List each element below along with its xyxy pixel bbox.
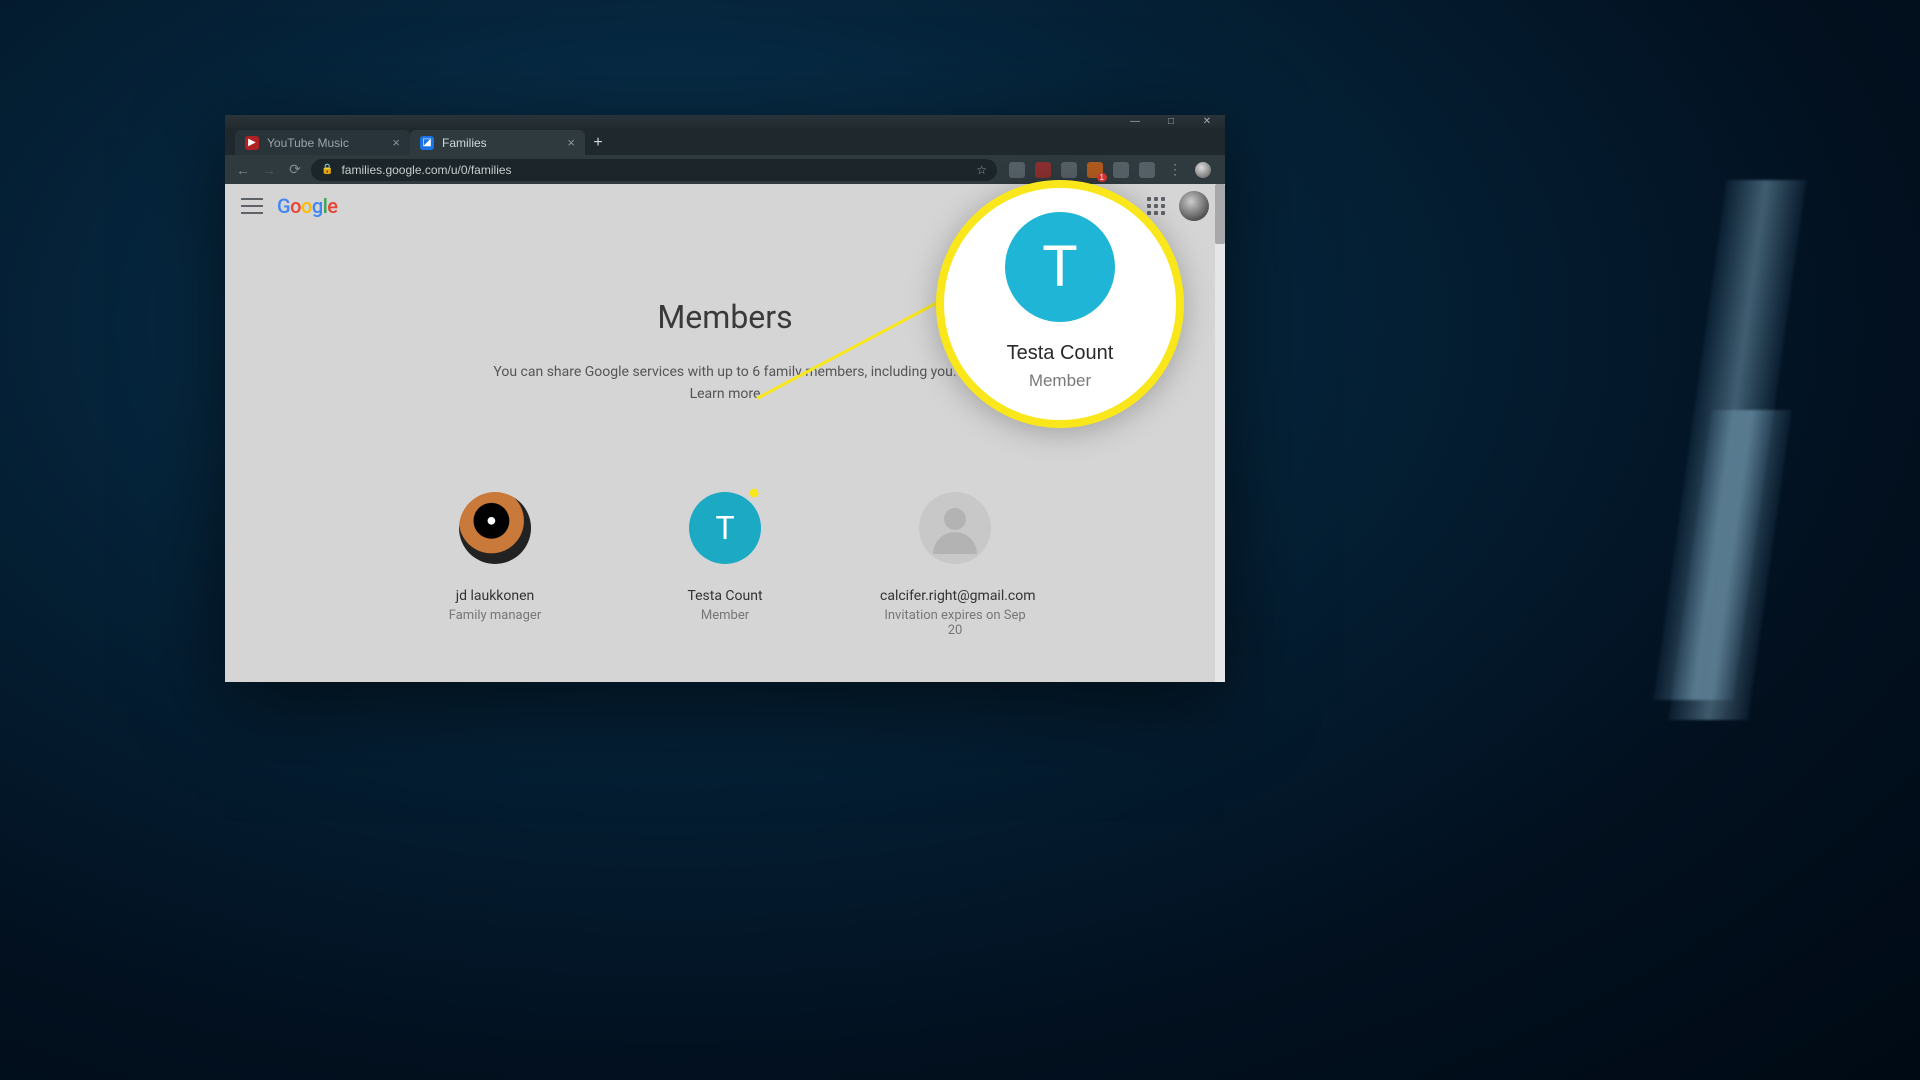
member-name: calcifer.right@gmail.com <box>880 588 1030 604</box>
url-input[interactable]: 🔒 families.google.com/u/0/families ☆ <box>311 159 997 181</box>
member-name: Testa Count <box>650 588 800 604</box>
member-role: Family manager <box>420 608 570 623</box>
member-card[interactable]: T Testa Count Member <box>650 492 800 638</box>
extension-icons: ⋮ <box>1003 160 1217 180</box>
youtube-music-icon: ▶ <box>245 136 259 150</box>
url-text: families.google.com/u/0/families <box>341 163 511 177</box>
member-avatar <box>919 492 991 564</box>
member-card[interactable]: jd laukkonen Family manager <box>420 492 570 638</box>
tab-label: YouTube Music <box>267 136 349 150</box>
tab-label: Families <box>442 136 487 150</box>
member-card[interactable]: calcifer.right@gmail.com Invitation expi… <box>880 492 1030 638</box>
close-icon[interactable]: × <box>567 135 575 150</box>
address-bar: ← → ⟳ 🔒 families.google.com/u/0/families… <box>225 155 1225 184</box>
reload-button[interactable]: ⟳ <box>285 160 305 180</box>
callout-name: Testa Count <box>1007 342 1114 365</box>
callout-avatar: T <box>1005 212 1115 322</box>
extension-icon[interactable] <box>1113 162 1129 178</box>
member-name: jd laukkonen <box>420 588 570 604</box>
menu-icon[interactable] <box>241 198 263 214</box>
window-close-button[interactable]: ✕ <box>1189 115 1225 128</box>
bookmark-star-icon[interactable]: ☆ <box>976 163 987 177</box>
member-avatar <box>459 492 531 564</box>
profile-avatar-icon[interactable] <box>1195 162 1211 178</box>
window-titlebar: — □ ✕ <box>225 115 1225 128</box>
annotation-callout: T Testa Count Member <box>936 180 1184 428</box>
scrollbar[interactable] <box>1215 184 1225 682</box>
extension-icon[interactable] <box>1009 162 1025 178</box>
tab-families[interactable]: ◪ Families × <box>410 130 585 155</box>
window-maximize-button[interactable]: □ <box>1153 115 1189 128</box>
close-icon[interactable]: × <box>392 135 400 150</box>
extension-icon[interactable] <box>1087 162 1103 178</box>
member-role: Invitation expires on Sep 20 <box>880 608 1030 638</box>
more-icon[interactable]: ⋮ <box>1165 160 1185 180</box>
callout-role: Member <box>1029 371 1091 391</box>
window-minimize-button[interactable]: — <box>1117 115 1153 128</box>
families-icon: ◪ <box>420 136 434 150</box>
google-apps-icon[interactable] <box>1147 197 1165 215</box>
tab-strip: ▶ YouTube Music × ◪ Families × + <box>225 128 1225 155</box>
forward-button[interactable]: → <box>259 160 279 180</box>
extension-icon[interactable] <box>1061 162 1077 178</box>
annotation-dot <box>750 489 759 498</box>
account-avatar[interactable] <box>1179 191 1209 221</box>
scrollbar-thumb[interactable] <box>1215 184 1225 244</box>
member-avatar: T <box>689 492 761 564</box>
extension-icon[interactable] <box>1035 162 1051 178</box>
members-list: jd laukkonen Family manager T Testa Coun… <box>225 492 1225 638</box>
extension-icon[interactable] <box>1139 162 1155 178</box>
lock-icon: 🔒 <box>321 164 333 175</box>
google-logo[interactable]: Google <box>277 194 338 218</box>
tab-youtube-music[interactable]: ▶ YouTube Music × <box>235 130 410 155</box>
new-tab-button[interactable]: + <box>585 130 611 155</box>
member-role: Member <box>650 608 800 623</box>
back-button[interactable]: ← <box>233 160 253 180</box>
